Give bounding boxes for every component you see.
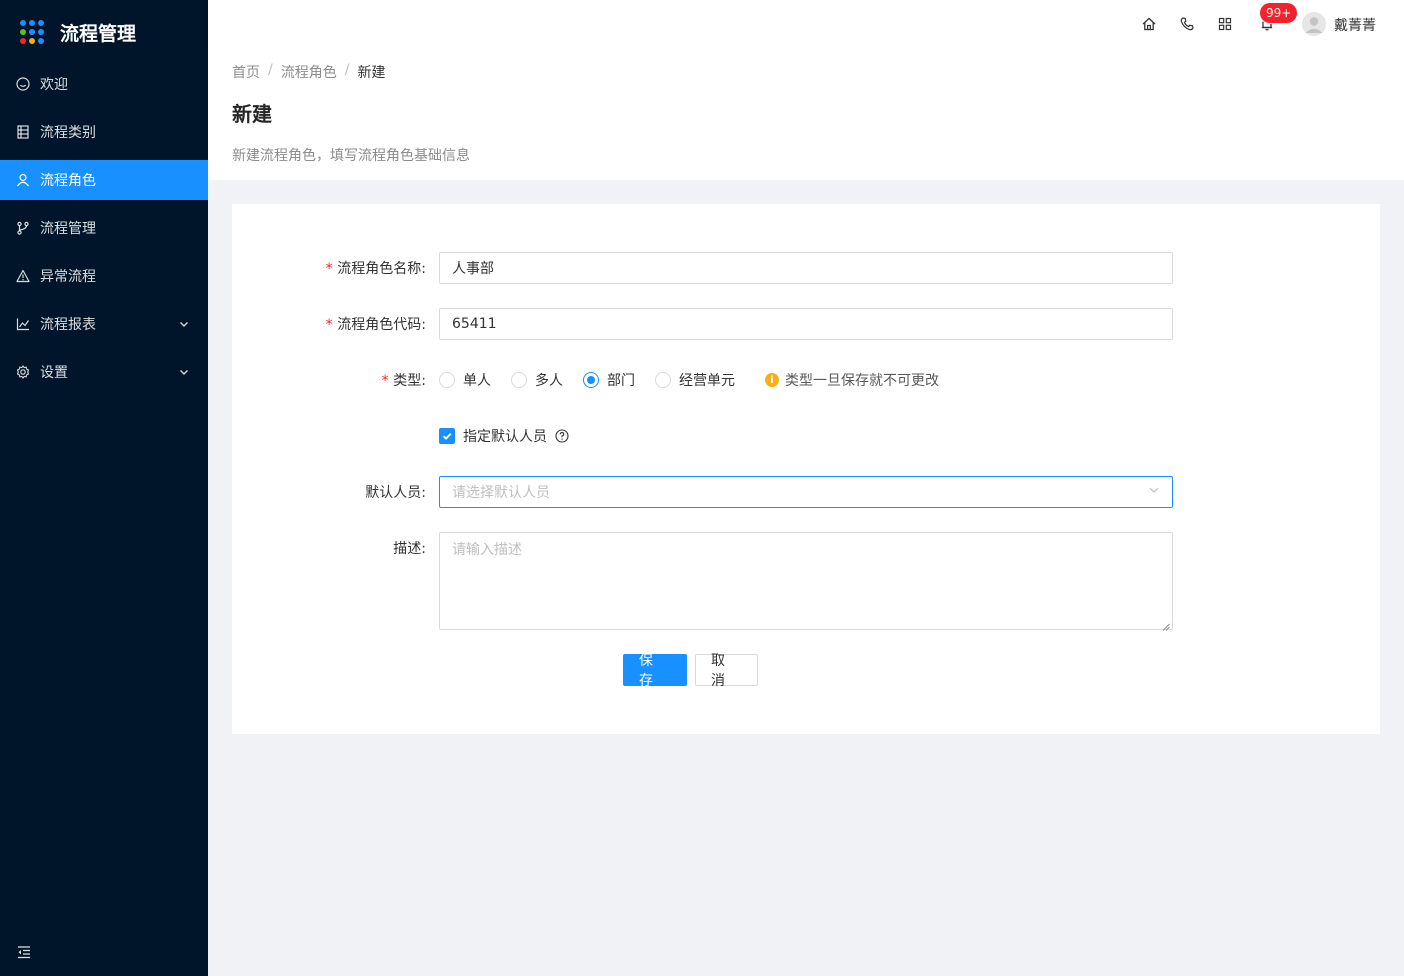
checkbox-checked[interactable]	[439, 428, 455, 444]
description-textarea[interactable]: 请输入描述	[439, 532, 1173, 631]
sidebar-menu: 欢迎 流程类别 流程角色 流程管理 异常流程 流程报表 设置	[0, 64, 208, 392]
form-row-name: * 流程角色名称: 人事部	[232, 252, 1380, 284]
form-row-type: * 类型: 单人 多人 部门 经营单元 i 类型一旦保存就不可更改	[232, 364, 1380, 396]
notification-badge: 99+	[1260, 3, 1298, 23]
sidebar-item-label: 异常流程	[40, 269, 96, 285]
radio-label: 部门	[607, 373, 635, 389]
role-name-label: * 流程角色名称:	[232, 258, 432, 278]
breadcrumb-process-role[interactable]: 流程角色	[281, 62, 337, 82]
resize-handle[interactable]	[1162, 619, 1170, 631]
description-label: 描述:	[393, 541, 426, 557]
apps-icon[interactable]	[1216, 15, 1234, 33]
avatar[interactable]	[1302, 12, 1326, 36]
role-name-label-text: 流程角色名称:	[337, 261, 426, 277]
radio-circle[interactable]	[439, 372, 455, 388]
default-person-select[interactable]: 请选择默认人员	[439, 476, 1173, 508]
select-placeholder: 请选择默认人员	[452, 485, 550, 501]
cancel-button[interactable]: 取消	[695, 653, 758, 689]
page-description: 新建流程角色，填写流程角色基础信息	[232, 148, 470, 164]
info-icon: i	[765, 373, 779, 387]
type-radio-group: 单人 多人 部门 经营单元 i 类型一旦保存就不可更改	[439, 370, 939, 390]
save-button[interactable]: 保存	[623, 653, 687, 689]
form-card: * 流程角色名称: 人事部 * 流程角色代码: 65411 * 类型: 单人 多人 部…	[232, 204, 1380, 734]
logo[interactable]: 流程管理	[0, 0, 208, 64]
type-radio-multiple[interactable]: 多人	[511, 370, 563, 390]
apps-grid-icon	[20, 20, 44, 44]
radio-circle-checked[interactable]	[583, 372, 599, 388]
type-radio-department[interactable]: 部门	[583, 370, 635, 390]
chevron-down-icon	[178, 366, 190, 378]
role-code-input[interactable]: 65411	[439, 308, 1173, 340]
role-code-label-text: 流程角色代码:	[337, 317, 426, 333]
type-label: * 类型:	[232, 370, 432, 390]
breadcrumb-home[interactable]: 首页	[232, 62, 260, 82]
list-icon	[16, 125, 30, 139]
chart-icon	[16, 317, 30, 331]
phone-icon[interactable]	[1178, 15, 1196, 33]
role-name-input[interactable]: 人事部	[439, 252, 1173, 284]
sidebar-item-settings[interactable]: 设置	[0, 352, 208, 392]
sidebar-item-label: 欢迎	[40, 77, 68, 93]
chevron-down-icon	[178, 318, 190, 330]
form-row-default-person: 默认人员: 请选择默认人员	[232, 476, 1380, 508]
breadcrumb-separator: /	[344, 62, 350, 78]
sidebar-item-exception-process[interactable]: 异常流程	[0, 256, 208, 296]
required-mark: *	[324, 261, 334, 277]
sidebar-item-process-category[interactable]: 流程类别	[0, 112, 208, 152]
menu-fold-icon[interactable]	[16, 944, 32, 960]
sidebar-item-process-report[interactable]: 流程报表	[0, 304, 208, 344]
sidebar-item-label: 设置	[40, 365, 68, 381]
type-hint: i 类型一旦保存就不可更改	[765, 370, 939, 390]
radio-circle[interactable]	[511, 372, 527, 388]
type-hint-text: 类型一旦保存就不可更改	[785, 373, 939, 389]
breadcrumb-current: 新建	[357, 65, 386, 81]
default-person-label: 默认人员:	[365, 485, 426, 501]
sidebar-item-label: 流程类别	[40, 125, 96, 141]
radio-circle[interactable]	[655, 372, 671, 388]
required-mark: *	[380, 373, 390, 389]
user-icon	[16, 173, 30, 187]
radio-label: 单人	[463, 373, 491, 389]
required-mark: *	[324, 317, 334, 333]
username[interactable]: 戴菁菁	[1334, 15, 1376, 35]
sidebar-item-label: 流程报表	[40, 317, 96, 333]
page-header: 首页 / 流程角色 / 新建 新建 新建流程角色，填写流程角色基础信息	[208, 48, 1404, 180]
form-row-default-checkbox: 指定默认人员	[232, 420, 1380, 452]
home-icon[interactable]	[1140, 15, 1158, 33]
sidebar-item-label: 流程管理	[40, 221, 96, 237]
type-label-text: 类型:	[393, 373, 426, 389]
sidebar-item-label: 流程角色	[40, 173, 96, 189]
smile-icon	[16, 77, 30, 91]
top-header: 99+ 戴菁菁	[208, 0, 1404, 48]
radio-label: 经营单元	[679, 373, 735, 389]
type-radio-business-unit[interactable]: 经营单元	[655, 370, 735, 390]
type-radio-single[interactable]: 单人	[439, 370, 491, 390]
sidebar-item-process-management[interactable]: 流程管理	[0, 208, 208, 248]
sidebar: 流程管理 欢迎 流程类别 流程角色 流程管理 异常流程 流程报表 设置	[0, 0, 208, 976]
breadcrumb-separator: /	[268, 62, 273, 78]
radio-label: 多人	[535, 373, 563, 389]
sidebar-item-process-role[interactable]: 流程角色	[0, 160, 208, 200]
breadcrumb: 首页 / 流程角色 / 新建	[232, 62, 1380, 82]
gear-icon	[16, 365, 30, 379]
chevron-down-icon	[1148, 484, 1160, 500]
role-code-label: * 流程角色代码:	[232, 314, 432, 334]
form-row-code: * 流程角色代码: 65411	[232, 308, 1380, 340]
warning-icon	[16, 269, 30, 283]
textarea-placeholder: 请输入描述	[452, 542, 522, 558]
question-icon[interactable]	[555, 429, 569, 443]
default-person-checkbox[interactable]: 指定默认人员	[439, 426, 569, 446]
page-title: 新建	[232, 102, 272, 126]
checkbox-label: 指定默认人员	[463, 429, 547, 445]
branch-icon	[16, 221, 30, 235]
sidebar-item-welcome[interactable]: 欢迎	[0, 64, 208, 104]
form-row-description: 描述: 请输入描述	[232, 532, 1380, 631]
app-title: 流程管理	[60, 22, 137, 45]
